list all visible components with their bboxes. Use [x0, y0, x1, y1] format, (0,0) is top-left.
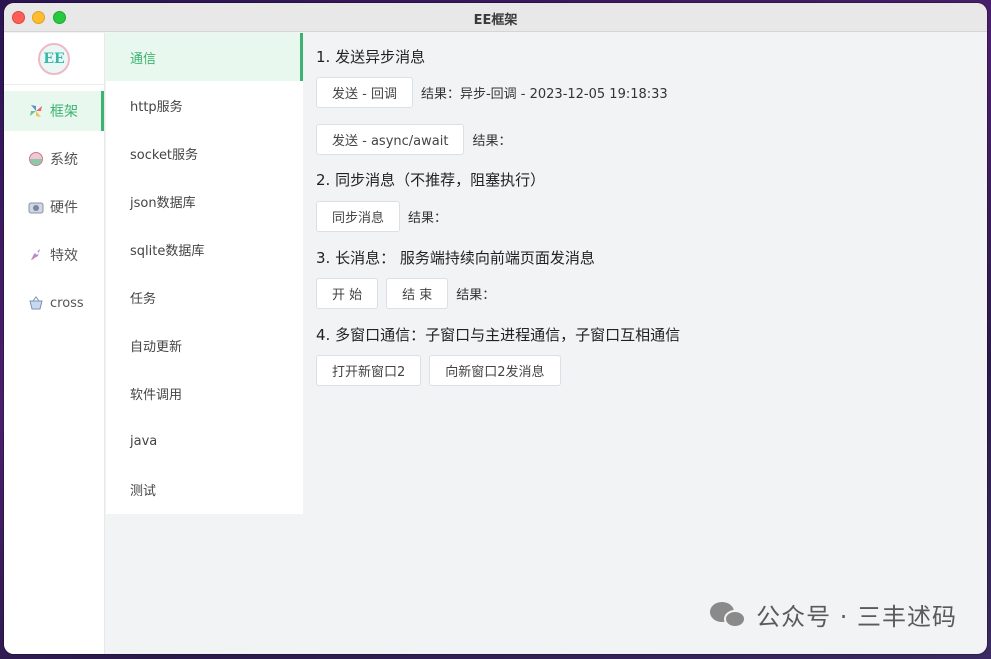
primary-sidebar: EE 框架 系统 硬件 特效 cross [4, 33, 105, 654]
watermark-text: 公众号 · 三丰述码 [756, 603, 957, 631]
menu-item-json-db[interactable]: json数据库 [106, 177, 303, 225]
menu-item-sqlite-db[interactable]: sqlite数据库 [106, 225, 303, 273]
row-async-await: 发送 - async/await 结果： [316, 124, 511, 155]
camera-icon [28, 199, 44, 215]
sidebar-item-label: 框架 [50, 104, 78, 120]
menu-item-software-call[interactable]: 软件调用 [106, 369, 303, 417]
send-to-window-2-button[interactable]: 向新窗口2发消息 [429, 355, 561, 386]
menu-item-http-service[interactable]: http服务 [106, 81, 303, 129]
menu-item-test[interactable]: 测试 [106, 465, 303, 513]
sidebar-item-cross[interactable]: cross [4, 283, 104, 323]
send-async-await-button[interactable]: 发送 - async/await [316, 124, 465, 155]
menu-item-auto-update[interactable]: 自动更新 [106, 321, 303, 369]
row-sync: 同步消息 结果： [316, 201, 447, 232]
section-title-multiwindow: 4. 多窗口通信：子窗口与主进程通信，子窗口互相通信 [316, 326, 681, 344]
section-title-async: 1. 发送异步消息 [316, 48, 426, 66]
sidebar-item-system[interactable]: 系统 [4, 139, 104, 179]
pinwheel-icon [28, 103, 44, 119]
menu-item-java[interactable]: java [106, 417, 303, 465]
logo-area: EE [4, 33, 104, 85]
section-title-long: 3. 长消息： 服务端持续向前端页面发消息 [316, 249, 595, 267]
rocket-icon [28, 247, 44, 263]
app-logo: EE [38, 42, 70, 75]
menu-item-tasks[interactable]: 任务 [106, 273, 303, 321]
app-window: EE框架 EE 框架 系统 硬件 特效 cross 通信 http服务 sock… [4, 3, 987, 654]
sidebar-item-framework[interactable]: 框架 [4, 91, 104, 131]
secondary-sidebar: 通信 http服务 socket服务 json数据库 sqlite数据库 任务 … [106, 33, 303, 514]
sidebar-item-label: 系统 [50, 152, 78, 168]
open-window-2-button[interactable]: 打开新窗口2 [316, 355, 422, 386]
send-callback-button[interactable]: 发送 - 回调 [316, 77, 413, 108]
menu-item-communication[interactable]: 通信 [106, 33, 303, 81]
end-button[interactable]: 结 束 [386, 278, 449, 309]
main-content: 1. 发送异步消息 发送 - 回调 结果：异步-回调 - 2023-12-05 … [304, 33, 987, 654]
sidebar-item-effects[interactable]: 特效 [4, 235, 104, 275]
start-button[interactable]: 开 始 [316, 278, 379, 309]
menu-item-socket-service[interactable]: socket服务 [106, 129, 303, 177]
result-text: 结果： [456, 288, 496, 303]
sidebar-item-label: 硬件 [50, 200, 78, 216]
sync-message-button[interactable]: 同步消息 [316, 201, 401, 232]
title-bar: EE框架 [4, 3, 987, 32]
result-text: 结果： [408, 211, 448, 226]
row-async-callback: 发送 - 回调 结果：异步-回调 - 2023-12-05 19:18:33 [316, 77, 668, 108]
bowl-icon [28, 151, 44, 167]
basket-icon [28, 295, 44, 311]
watermark: 公众号 · 三丰述码 [710, 597, 957, 632]
section-title-sync: 2. 同步消息（不推荐，阻塞执行） [316, 171, 546, 189]
window-title: EE框架 [473, 13, 518, 28]
row-multiwindow: 打开新窗口2 向新窗口2发消息 [316, 355, 569, 386]
result-text: 结果：异步-回调 - 2023-12-05 19:18:33 [420, 87, 668, 102]
row-long: 开 始 结 束 结果： [316, 278, 495, 309]
result-text: 结果： [472, 134, 512, 149]
sidebar-item-hardware[interactable]: 硬件 [4, 187, 104, 227]
sidebar-item-label: 特效 [50, 248, 78, 264]
sidebar-item-label: cross [50, 295, 84, 311]
wechat-icon [710, 600, 748, 630]
